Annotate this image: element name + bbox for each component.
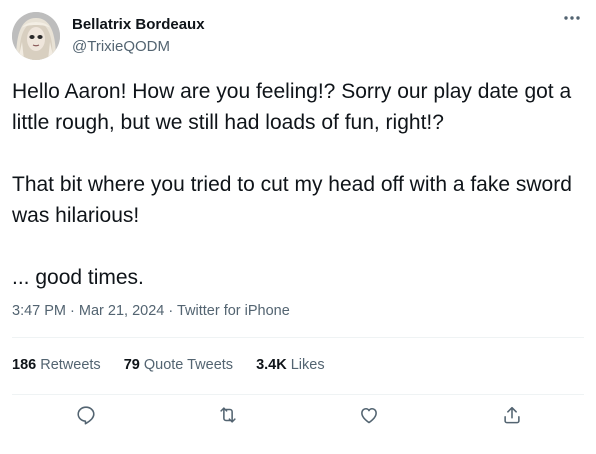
likes-stat[interactable]: 3.4K Likes bbox=[256, 357, 325, 373]
tweet-source[interactable]: Twitter for iPhone bbox=[177, 303, 290, 319]
share-button[interactable] bbox=[500, 403, 524, 427]
avatar[interactable] bbox=[12, 12, 60, 60]
tweet-paragraph: ... good times. bbox=[12, 266, 144, 289]
tweet-paragraph: That bit where you tried to cut my head … bbox=[12, 173, 572, 227]
tweet-card: Bellatrix Bordeaux @TrixieQODM Hello Aar… bbox=[0, 0, 596, 454]
divider bbox=[12, 337, 584, 338]
author-name[interactable]: Bellatrix Bordeaux bbox=[72, 16, 205, 33]
quote-tweets-label: Quote Tweets bbox=[143, 357, 234, 373]
meta-separator: · bbox=[164, 303, 177, 319]
reply-icon bbox=[77, 406, 95, 425]
share-icon bbox=[504, 406, 520, 424]
retweet-icon bbox=[220, 407, 236, 423]
retweet-button[interactable] bbox=[216, 403, 240, 427]
retweets-count: 186 bbox=[12, 357, 37, 373]
tweet-paragraph: Hello Aaron! How are you feeling!? Sorry… bbox=[12, 80, 572, 134]
quote-tweets-count: 79 bbox=[123, 357, 140, 373]
author-handle[interactable]: @TrixieQODM bbox=[72, 38, 170, 55]
more-horizontal-icon bbox=[564, 16, 580, 20]
retweets-label: Retweets bbox=[40, 357, 101, 373]
tweet-date[interactable]: Mar 21, 2024 bbox=[79, 303, 164, 319]
more-options-button[interactable] bbox=[562, 10, 582, 26]
quote-tweets-stat[interactable]: 79 Quote Tweets bbox=[124, 357, 233, 373]
tweet-text: Hello Aaron! How are you feeling!? Sorry… bbox=[12, 76, 584, 293]
tweet-metadata: 3:47 PM · Mar 21, 2024 · Twitter for iPh… bbox=[12, 303, 290, 319]
likes-label: Likes bbox=[290, 357, 325, 373]
avatar-image bbox=[12, 12, 60, 60]
like-button[interactable] bbox=[357, 403, 381, 427]
meta-separator: · bbox=[66, 303, 79, 319]
tweet-time[interactable]: 3:47 PM bbox=[12, 303, 66, 319]
engagement-stats: 186 Retweets 79 Quote Tweets 3.4K Likes bbox=[12, 357, 348, 373]
reply-button[interactable] bbox=[74, 403, 98, 427]
retweets-stat[interactable]: 186 Retweets bbox=[12, 357, 101, 373]
likes-count: 3.4K bbox=[256, 357, 287, 373]
divider bbox=[12, 394, 584, 395]
heart-icon bbox=[361, 407, 377, 424]
